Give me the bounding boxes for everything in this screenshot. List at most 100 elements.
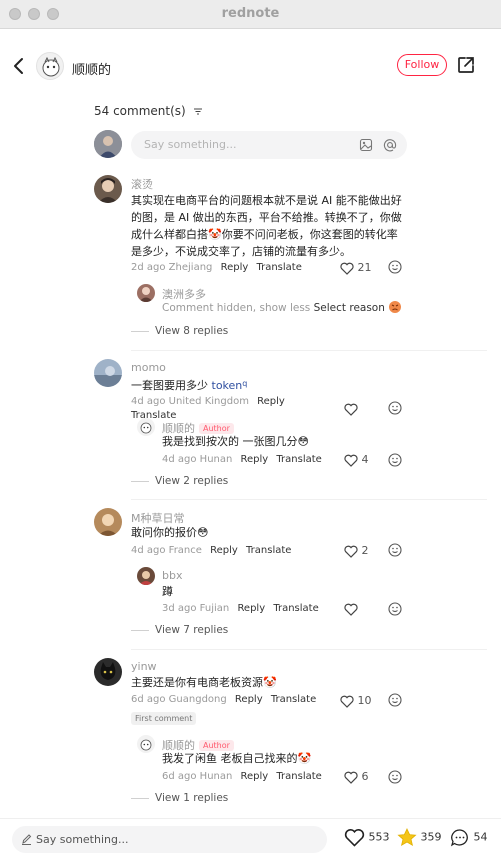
commenter-avatar[interactable] xyxy=(94,508,122,536)
share-icon[interactable] xyxy=(456,55,476,75)
reply-avatar[interactable] xyxy=(137,567,155,585)
comment-bubble-icon xyxy=(450,829,468,847)
comment-text-line: 的图，是 AI 做出的东西，平台不给推。转换不了，你做 xyxy=(131,211,402,224)
emoji-reaction-icon[interactable] xyxy=(388,401,402,415)
reply-button[interactable]: Reply xyxy=(237,603,265,614)
reply-text: 我发了闲鱼 老板自己找来的🤡 xyxy=(162,752,312,765)
back-arrow-icon[interactable] xyxy=(10,56,28,76)
first-comment-badge: First comment xyxy=(131,712,197,725)
translate-button[interactable]: Translate xyxy=(276,454,321,465)
comment-input-placeholder: Say something... xyxy=(144,138,237,151)
reply-time: 6d ago xyxy=(162,771,197,782)
view-replies-button[interactable]: View 8 replies xyxy=(131,325,228,337)
comment-meta: 6d ago Guangdong Reply Translate xyxy=(131,694,316,705)
emoji-reaction-icon[interactable] xyxy=(388,602,402,616)
angry-face-icon[interactable] xyxy=(388,300,402,314)
window-title: rednote xyxy=(221,6,280,21)
current-user-avatar xyxy=(94,130,122,158)
select-reason-link[interactable]: Select reason xyxy=(314,302,385,314)
translate-button[interactable]: Translate xyxy=(246,545,291,556)
comment-text-line: 其实现在电商平台的问题根本就不是说 AI 能不能做出好 xyxy=(131,194,402,207)
commenter-avatar[interactable] xyxy=(94,175,122,203)
like-button[interactable]: 2 xyxy=(344,544,369,558)
post-collect-count: 359 xyxy=(420,830,442,844)
commenter-avatar[interactable] xyxy=(94,359,122,387)
heart-icon xyxy=(340,262,354,275)
translate-button[interactable]: Translate xyxy=(256,262,301,273)
like-count: 21 xyxy=(357,261,372,274)
reply-avatar[interactable] xyxy=(137,735,155,753)
reply-meta: 4d ago Hunan Reply Translate xyxy=(162,454,322,465)
reply-username[interactable]: 澳洲多多 xyxy=(162,286,206,302)
like-button[interactable]: 6 xyxy=(344,770,369,784)
author-name[interactable]: 顺顺的 xyxy=(72,59,111,78)
reply-button[interactable]: Reply xyxy=(235,694,263,705)
like-button[interactable]: 4 xyxy=(344,453,369,467)
like-button[interactable]: 21 xyxy=(340,261,372,275)
reply-username[interactable]: bbx xyxy=(162,569,182,582)
comment-username[interactable]: yinw xyxy=(131,660,157,673)
emoji-reaction-icon[interactable] xyxy=(388,543,402,557)
post-comment-count: 54 xyxy=(473,830,488,844)
view-replies-button[interactable]: View 7 replies xyxy=(131,624,228,636)
hidden-comment-text[interactable]: Comment hidden, show less xyxy=(162,302,310,314)
comment-time: 4d ago xyxy=(131,396,166,407)
view-replies-button[interactable]: View 2 replies xyxy=(131,475,228,487)
comment-separator xyxy=(131,350,487,351)
comment-separator xyxy=(131,499,487,500)
translate-button[interactable]: Translate xyxy=(271,694,316,705)
comment-separator xyxy=(131,649,487,650)
reply-avatar[interactable] xyxy=(137,284,155,302)
comment-location: France xyxy=(168,545,202,556)
view-replies-label: View 1 replies xyxy=(155,792,229,804)
emoji-reaction-icon[interactable] xyxy=(388,770,402,784)
translate-button[interactable]: Translate xyxy=(273,603,318,614)
like-count: 10 xyxy=(357,694,372,707)
commenter-avatar[interactable] xyxy=(94,658,122,686)
comment-location: United Kingdom xyxy=(168,396,249,407)
reply-button[interactable]: Reply xyxy=(241,454,269,465)
reply-time: 4d ago xyxy=(162,454,197,465)
post-header: 顺顺的 Follow xyxy=(0,50,501,84)
comment-username[interactable]: 滚烫 xyxy=(131,176,153,192)
post-like-count: 553 xyxy=(368,830,390,844)
view-replies-button[interactable]: View 1 replies xyxy=(131,792,228,804)
post-collect-button[interactable]: 359 xyxy=(397,828,442,847)
reply-avatar[interactable] xyxy=(137,418,155,436)
post-comment-button[interactable]: 54 xyxy=(450,828,488,847)
translate-button[interactable]: Translate xyxy=(276,771,321,782)
view-replies-label: View 2 replies xyxy=(155,475,229,487)
post-like-button[interactable]: 553 xyxy=(344,828,390,847)
bottom-comment-input[interactable]: Say something... xyxy=(12,826,327,853)
mention-icon[interactable] xyxy=(383,138,397,152)
author-avatar[interactable] xyxy=(36,52,64,80)
reply-button[interactable]: Reply xyxy=(221,262,249,273)
comment-input[interactable]: Say something... xyxy=(131,131,407,159)
reply-location: Hunan xyxy=(199,771,233,782)
emoji-reaction-icon[interactable] xyxy=(388,693,402,707)
heart-icon xyxy=(344,829,365,847)
comment-count: 54 comment(s) xyxy=(94,104,186,118)
like-button[interactable]: 10 xyxy=(340,694,372,708)
reply-button[interactable]: Reply xyxy=(241,771,269,782)
like-button[interactable] xyxy=(344,602,358,616)
reply-button[interactable]: Reply xyxy=(210,545,238,556)
hidden-comment-notice: Comment hidden, show less Select reason xyxy=(162,302,385,314)
reply-button[interactable]: Reply xyxy=(257,396,285,407)
sort-icon[interactable] xyxy=(193,107,203,116)
comment-username[interactable]: momo xyxy=(131,361,166,374)
comment-text: 其实现在电商平台的问题根本就不是说 AI 能不能做出好 的图，是 AI 做出的东… xyxy=(131,192,402,260)
star-icon xyxy=(397,828,417,847)
search-link[interactable]: token xyxy=(212,379,243,392)
emoji-reaction-icon[interactable] xyxy=(388,260,402,274)
follow-button[interactable]: Follow xyxy=(397,54,447,76)
heart-icon xyxy=(340,695,354,708)
image-icon[interactable] xyxy=(359,138,373,152)
reply-location: Hunan xyxy=(199,454,233,465)
comment-time: 2d ago xyxy=(131,262,166,273)
emoji-reaction-icon[interactable] xyxy=(388,453,402,467)
like-button[interactable] xyxy=(344,402,358,416)
reply-text: 我是找到按次的 一张图几分😳 xyxy=(162,435,309,448)
heart-icon xyxy=(344,545,358,558)
comment-text-line: 是多少，不说成交率了，店铺的流量有多少。 xyxy=(131,245,351,258)
